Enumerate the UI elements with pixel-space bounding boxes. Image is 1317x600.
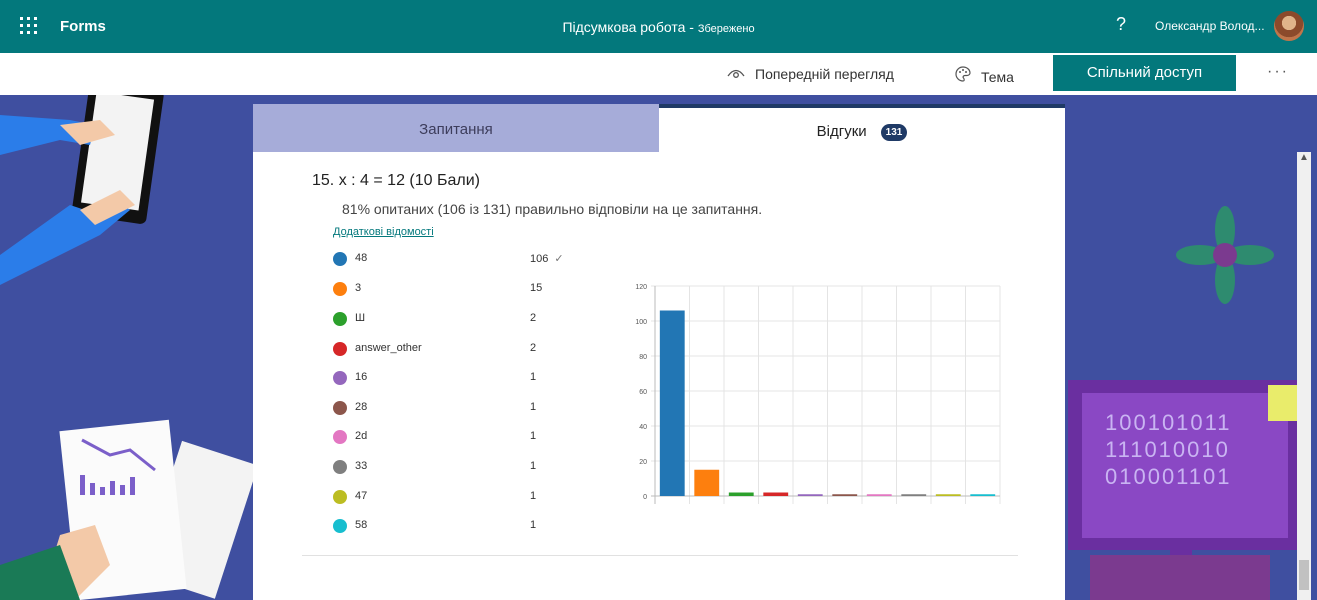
answer-count: 106 ✓ — [530, 252, 564, 265]
responses-count-badge: 131 — [880, 123, 908, 141]
tab-questions[interactable]: Запитання — [253, 104, 659, 152]
answer-label: 47 — [355, 490, 368, 502]
save-status: Збережено — [697, 23, 755, 35]
question-summary: 81% опитаних (106 із 131) правильно відп… — [342, 201, 763, 217]
responses-bar-chart: 0 20 40 60 80 100 120 — [635, 284, 1001, 504]
command-bar: Попередній перегляд Тема Спільний доступ… — [0, 53, 1317, 96]
chart-bar — [763, 492, 789, 496]
tab-responses-label: Відгуки — [816, 123, 867, 140]
answer-label: answer_other — [355, 342, 422, 354]
share-button[interactable]: Спільний доступ — [1053, 55, 1236, 91]
chart-bar — [901, 494, 927, 496]
help-icon[interactable]: ? — [1116, 14, 1126, 35]
palette-icon — [955, 66, 971, 85]
y-tick-label: 100 — [635, 319, 647, 326]
question-number: 15. — [312, 172, 335, 189]
answer-label: 48 — [355, 252, 368, 264]
scroll-up-icon[interactable]: ▲ — [1299, 152, 1309, 163]
answer-count: 1 — [530, 519, 537, 531]
preview-label: Попередній перегляд — [755, 66, 894, 82]
user-name[interactable]: Олександр Волод... — [1155, 19, 1265, 33]
binary-line: 111010010 — [1105, 437, 1230, 462]
eye-icon — [727, 66, 745, 82]
binary-line: 100101011 — [1105, 410, 1232, 435]
answer-label: 3 — [355, 282, 362, 294]
y-tick-label: 60 — [639, 389, 647, 396]
answer-color-dot — [333, 371, 347, 385]
answer-count: 1 — [530, 490, 537, 502]
chart-bar — [866, 494, 892, 496]
answer-count: 1 — [530, 430, 537, 442]
y-tick-label: 20 — [639, 459, 647, 466]
answer-count: 2 — [530, 342, 537, 354]
chart-bar — [659, 310, 685, 496]
preview-button[interactable]: Попередній перегляд — [727, 66, 894, 82]
answer-label: Ш — [355, 312, 366, 324]
answer-label: 2d — [355, 430, 368, 442]
answer-label: 58 — [355, 519, 368, 531]
answer-color-dot — [333, 342, 347, 356]
answer-label: 16 — [355, 371, 368, 383]
chart-bar — [694, 469, 720, 496]
binary-line: 010001101 — [1105, 464, 1232, 489]
form-title[interactable]: Підсумкова робота — [562, 19, 685, 35]
answer-color-dot — [333, 430, 347, 444]
answer-count-value: 106 — [530, 253, 549, 265]
answer-color-dot — [333, 460, 347, 474]
answer-label: 33 — [355, 460, 368, 472]
more-details-link[interactable]: Додаткові відомості — [333, 226, 434, 238]
app-bar: Forms Підсумкова робота - Збережено ? Ол… — [0, 0, 1317, 53]
answer-color-dot — [333, 519, 347, 533]
question-text: x : 4 = 12 (10 Бали) — [338, 172, 480, 189]
answer-count: 1 — [530, 460, 537, 472]
y-tick-label: 0 — [643, 494, 647, 501]
more-options-icon[interactable]: ··· — [1267, 63, 1289, 81]
correct-check-icon: ✓ — [554, 253, 564, 265]
answer-color-dot — [333, 312, 347, 326]
theme-button[interactable]: Тема — [955, 66, 1014, 85]
chart-bar — [797, 494, 823, 496]
y-tick-label: 80 — [639, 354, 647, 361]
chart-bar — [970, 494, 996, 496]
answer-count: 15 — [530, 282, 543, 294]
chart-bar — [935, 494, 961, 496]
scrollbar[interactable] — [1297, 152, 1311, 600]
answer-count: 1 — [530, 371, 537, 383]
answer-label: 28 — [355, 401, 368, 413]
y-tick-label: 40 — [639, 424, 647, 431]
title-separator: - — [685, 19, 698, 35]
tab-responses[interactable]: Відгуки 131 — [659, 104, 1065, 152]
avatar[interactable] — [1274, 11, 1304, 41]
answer-color-dot — [333, 252, 347, 266]
chart-bar — [832, 494, 858, 496]
question-title: 15. x : 4 = 12 (10 Бали) — [312, 172, 480, 190]
y-tick-label: 120 — [635, 284, 647, 291]
answer-color-dot — [333, 282, 347, 296]
answer-color-dot — [333, 490, 347, 504]
divider — [302, 555, 1018, 556]
chart-bar — [728, 492, 754, 496]
answer-count: 1 — [530, 401, 537, 413]
theme-label: Тема — [981, 69, 1014, 85]
answer-color-dot — [333, 401, 347, 415]
scrollbar-thumb[interactable] — [1299, 560, 1309, 590]
answer-count: 2 — [530, 312, 537, 324]
